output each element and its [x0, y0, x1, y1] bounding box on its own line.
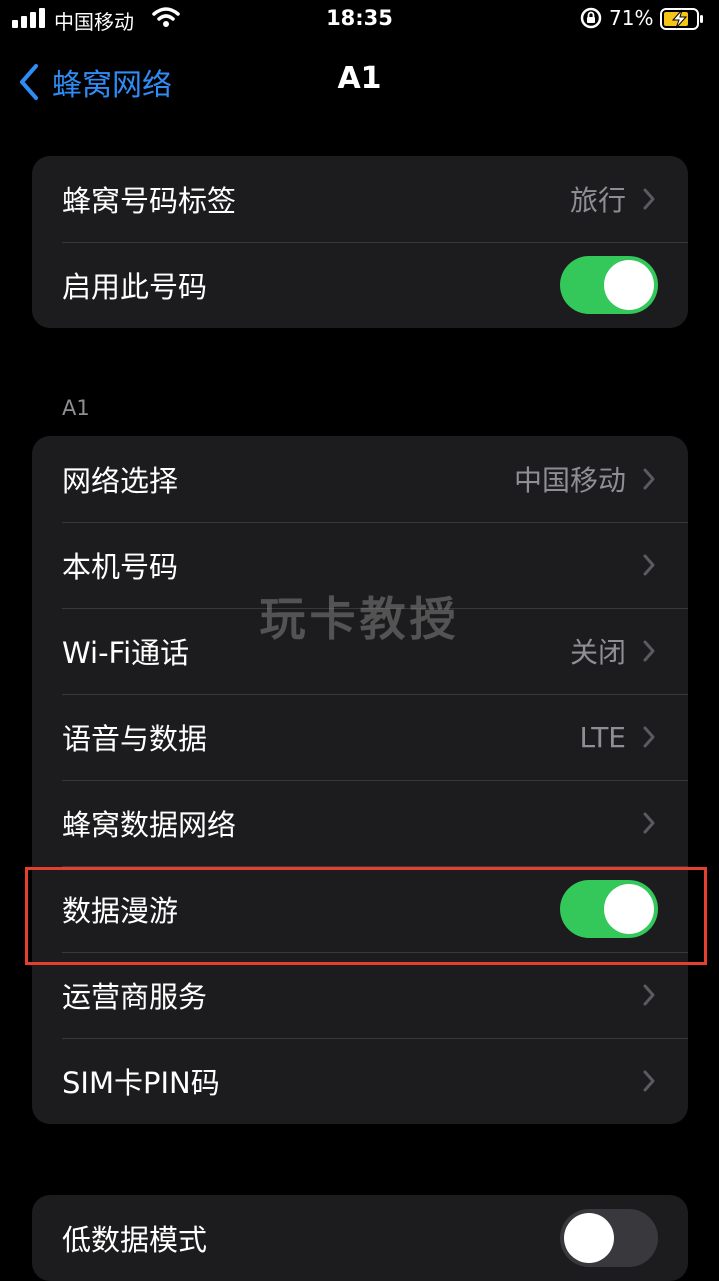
- highlight-box: [25, 867, 707, 965]
- chevron-right-icon: [643, 554, 655, 576]
- row-label: 蜂窝号码标签: [62, 184, 237, 218]
- row-network-selection[interactable]: 网络选择 中国移动: [32, 436, 688, 522]
- enable-number-toggle[interactable]: [560, 256, 658, 314]
- row-low-data-mode: 低数据模式: [32, 1195, 688, 1281]
- row-number-label[interactable]: 蜂窝号码标签 旅行: [32, 156, 688, 242]
- chevron-right-icon: [643, 726, 655, 748]
- row-label: 本机号码: [62, 550, 179, 584]
- low-data-mode-toggle[interactable]: [560, 1209, 658, 1267]
- chevron-right-icon: [643, 468, 655, 490]
- row-cellular-data-network[interactable]: 蜂窝数据网络: [32, 780, 688, 866]
- toggle-knob: [564, 1213, 614, 1263]
- page-title: A1: [337, 61, 382, 96]
- row-label: 语音与数据: [62, 722, 208, 756]
- sim-settings-group: 蜂窝号码标签 旅行 启用此号码: [32, 156, 688, 328]
- rotation-lock-icon: [580, 7, 602, 29]
- row-label: SIM卡PIN码: [62, 1066, 220, 1100]
- battery-percent: 71%: [609, 6, 654, 30]
- row-label: 蜂窝数据网络: [62, 808, 237, 842]
- chevron-right-icon: [643, 812, 655, 834]
- row-label: 运营商服务: [62, 980, 208, 1014]
- row-value: LTE: [579, 720, 626, 754]
- battery-charging-icon: [660, 8, 703, 30]
- status-bar: 中国移动 18:35 71%: [0, 0, 719, 40]
- chevron-right-icon: [643, 188, 655, 210]
- section-header: A1: [62, 396, 90, 420]
- row-label: 网络选择: [62, 464, 179, 498]
- toggle-knob: [604, 260, 654, 310]
- row-voice-data[interactable]: 语音与数据 LTE: [32, 694, 688, 780]
- chevron-right-icon: [643, 1070, 655, 1092]
- row-label: 启用此号码: [62, 270, 208, 304]
- row-enable-number: 启用此号码: [32, 242, 688, 328]
- row-value: 旅行: [569, 184, 626, 217]
- carrier-settings-group: 网络选择 中国移动 本机号码 Wi-Fi通话 关闭 语音与数据 LTE 蜂窝数据…: [32, 436, 688, 1124]
- watermark: 玩卡教授: [259, 592, 460, 646]
- row-value: 中国移动: [513, 464, 626, 497]
- chevron-right-icon: [643, 984, 655, 1006]
- row-label: 低数据模式: [62, 1223, 208, 1257]
- row-sim-pin[interactable]: SIM卡PIN码: [32, 1038, 688, 1124]
- low-data-group: 低数据模式: [32, 1195, 688, 1281]
